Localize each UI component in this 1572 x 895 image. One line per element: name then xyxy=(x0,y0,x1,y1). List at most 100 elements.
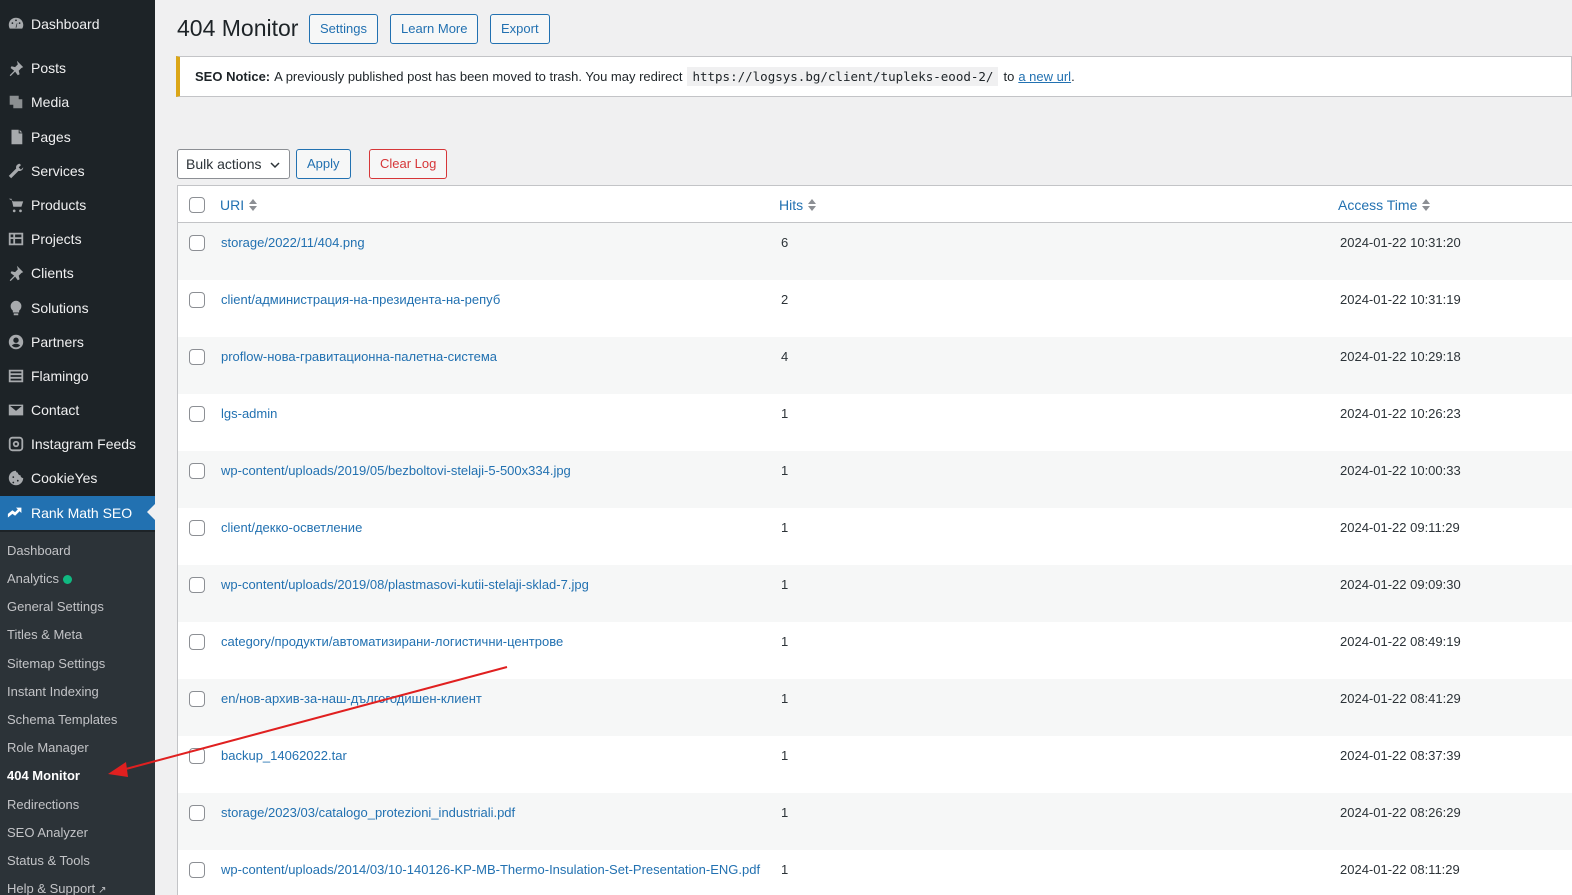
sidebar-item-clients[interactable]: Clients xyxy=(0,256,155,290)
column-header-uri[interactable]: URI xyxy=(220,197,258,213)
wrench-icon xyxy=(0,162,31,180)
sidebar-item-label: Pages xyxy=(31,129,71,145)
submenu-item-role-manager[interactable]: Role Manager xyxy=(7,738,89,758)
sidebar-item-flamingo[interactable]: Flamingo xyxy=(0,359,155,393)
submenu-item-status-tools[interactable]: Status & Tools xyxy=(7,851,90,871)
uri-link[interactable]: storage/2023/03/catalogo_protezioni_indu… xyxy=(221,803,761,823)
apply-button[interactable]: Apply xyxy=(296,149,351,179)
submenu-item-titles-meta[interactable]: Titles & Meta xyxy=(7,625,82,645)
uri-link[interactable]: proflow-нова-гравитационна-палетна-систе… xyxy=(221,347,761,367)
active-menu-arrow xyxy=(147,504,155,520)
sidebar-item-label: CookieYes xyxy=(31,470,98,486)
submenu-item-redirections[interactable]: Redirections xyxy=(7,795,79,815)
uri-link[interactable]: wp-content/uploads/2014/03/10-140126-KP-… xyxy=(221,860,761,880)
uri-link[interactable]: client/декко-осветление xyxy=(221,518,761,538)
row-checkbox[interactable] xyxy=(189,520,205,536)
bulk-actions-value: Bulk actions xyxy=(186,156,262,172)
sidebar-item-instagram-feeds[interactable]: Instagram Feeds xyxy=(0,427,155,461)
hits-value: 1 xyxy=(781,862,789,877)
access-time-value: 2024-01-22 09:11:29 xyxy=(1340,520,1460,535)
sidebar-item-dashboard[interactable]: Dashboard xyxy=(0,7,155,41)
instagram-icon xyxy=(0,435,31,453)
row-checkbox[interactable] xyxy=(189,463,205,479)
row-checkbox[interactable] xyxy=(189,805,205,821)
uri-link[interactable]: lgs-admin xyxy=(221,404,761,424)
table-row: proflow-нова-гравитационна-палетна-систе… xyxy=(178,337,1572,394)
uri-link[interactable]: wp-content/uploads/2019/05/bezboltovi-st… xyxy=(221,461,761,481)
column-header-hits[interactable]: Hits xyxy=(779,197,817,213)
row-checkbox[interactable] xyxy=(189,748,205,764)
admin-sidebar: Dashboard Posts Media Pages Services Pro… xyxy=(0,0,155,895)
column-header-label: Hits xyxy=(779,197,804,213)
submenu-item-schema-templates[interactable]: Schema Templates xyxy=(7,710,117,730)
access-time-value: 2024-01-22 08:41:29 xyxy=(1340,691,1461,706)
row-checkbox[interactable] xyxy=(189,292,205,308)
sidebar-item-media[interactable]: Media xyxy=(0,85,155,119)
submenu-item-help-support[interactable]: Help & Support ↗ xyxy=(7,879,107,895)
sidebar-item-contact[interactable]: Contact xyxy=(0,393,155,427)
sidebar-item-rank-math-seo[interactable]: Rank Math SEO xyxy=(0,496,155,530)
uri-link[interactable]: backup_14062022.tar xyxy=(221,746,761,766)
table-row: category/продукти/автоматизирани-логисти… xyxy=(178,622,1572,679)
row-checkbox[interactable] xyxy=(189,577,205,593)
sidebar-item-services[interactable]: Services xyxy=(0,154,155,188)
sidebar-item-products[interactable]: Products xyxy=(0,188,155,222)
grid-icon xyxy=(0,230,31,248)
sidebar-item-partners[interactable]: Partners xyxy=(0,325,155,359)
uri-link[interactable]: client/администрация-на-президента-на-ре… xyxy=(221,290,761,310)
row-checkbox[interactable] xyxy=(189,691,205,707)
uri-link[interactable]: en/нов-архив-за-наш-дългогодишен-клиент xyxy=(221,689,761,709)
submenu-item-instant-indexing[interactable]: Instant Indexing xyxy=(7,682,99,702)
submenu-item-sitemap-settings[interactable]: Sitemap Settings xyxy=(7,654,105,674)
hits-value: 1 xyxy=(781,463,789,478)
submenu-item-general-settings[interactable]: General Settings xyxy=(7,597,104,617)
cart-icon xyxy=(0,196,31,214)
clear-log-button[interactable]: Clear Log xyxy=(369,149,448,179)
sidebar-item-posts[interactable]: Posts xyxy=(0,51,155,85)
access-time-value: 2024-01-22 10:31:20 xyxy=(1340,235,1461,250)
access-time-value: 2024-01-22 10:26:23 xyxy=(1340,406,1461,421)
media-icon xyxy=(0,93,31,111)
table-row: storage/2022/11/404.png 6 2024-01-22 10:31… xyxy=(178,223,1572,280)
table-row: client/декко-осветление 1 2024-01-22 09:11… xyxy=(178,508,1572,565)
submenu-item-seo-analyzer[interactable]: SEO Analyzer xyxy=(7,823,88,843)
column-header-access-time[interactable]: Access Time xyxy=(1338,197,1431,213)
status-dot-icon xyxy=(63,575,73,585)
table-row: wp-content/uploads/2019/08/plastmasovi-k… xyxy=(178,565,1572,622)
notice-to: to xyxy=(1003,69,1015,84)
submenu-item-404-monitor[interactable]: 404 Monitor xyxy=(7,766,80,786)
submenu-item-dashboard[interactable]: Dashboard xyxy=(7,541,71,561)
table-row: wp-content/uploads/2019/05/bezboltovi-st… xyxy=(178,451,1572,508)
sidebar-item-solutions[interactable]: Solutions xyxy=(0,291,155,325)
hits-value: 1 xyxy=(781,805,789,820)
row-checkbox[interactable] xyxy=(189,862,205,878)
sidebar-item-cookieyes[interactable]: CookieYes xyxy=(0,461,155,495)
column-header-label: URI xyxy=(220,197,245,213)
row-checkbox[interactable] xyxy=(189,349,205,365)
row-checkbox[interactable] xyxy=(189,235,205,251)
sidebar-item-label: Posts xyxy=(31,60,67,76)
uri-link[interactable]: category/продукти/автоматизирани-логисти… xyxy=(221,632,761,652)
sort-icon xyxy=(249,199,258,211)
bulk-actions-select[interactable]: Bulk actions xyxy=(177,149,290,179)
row-checkbox[interactable] xyxy=(189,406,205,422)
sidebar-item-label: Flamingo xyxy=(31,368,89,384)
learn-more-button[interactable]: Learn More xyxy=(390,14,479,44)
export-button[interactable]: Export xyxy=(490,14,550,44)
submenu-item-analytics[interactable]: Analytics xyxy=(7,569,73,589)
access-time-value: 2024-01-22 08:11:29 xyxy=(1340,862,1460,877)
hits-value: 2 xyxy=(781,292,789,307)
uri-link[interactable]: wp-content/uploads/2019/08/plastmasovi-k… xyxy=(221,575,761,595)
settings-button[interactable]: Settings xyxy=(309,14,378,44)
new-url-link[interactable]: a new url xyxy=(1018,69,1071,84)
sidebar-item-pages[interactable]: Pages xyxy=(0,120,155,154)
select-all-checkbox[interactable] xyxy=(189,197,205,213)
sidebar-item-projects[interactable]: Projects xyxy=(0,222,155,256)
row-checkbox[interactable] xyxy=(189,634,205,650)
access-time-value: 2024-01-22 10:31:19 xyxy=(1340,292,1461,307)
list-icon xyxy=(0,367,31,385)
hits-value: 1 xyxy=(781,577,789,592)
uri-link[interactable]: storage/2022/11/404.png xyxy=(221,233,761,253)
hits-value: 6 xyxy=(781,235,789,250)
access-time-value: 2024-01-22 09:09:30 xyxy=(1340,577,1461,592)
